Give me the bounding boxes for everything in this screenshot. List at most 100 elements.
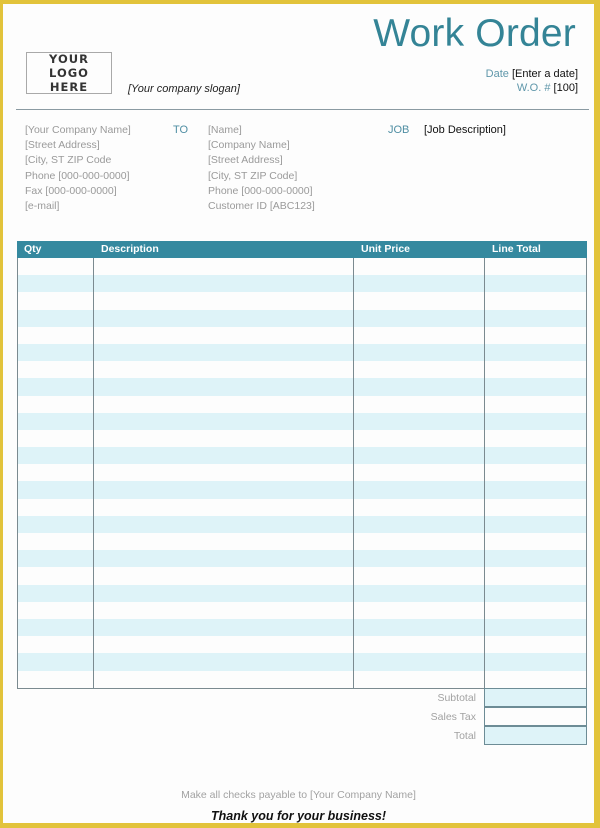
cell-unit-price[interactable] bbox=[354, 636, 485, 654]
cell-qty[interactable] bbox=[18, 636, 94, 654]
cell-line-total[interactable] bbox=[485, 258, 586, 275]
cell-unit-price[interactable] bbox=[354, 584, 485, 602]
cell-line-total[interactable] bbox=[485, 585, 586, 602]
cell-description[interactable] bbox=[94, 515, 354, 533]
cell-unit-price[interactable] bbox=[354, 429, 485, 448]
cell-qty[interactable] bbox=[18, 567, 94, 585]
cell-qty[interactable] bbox=[18, 395, 94, 413]
cell-line-total[interactable] bbox=[485, 636, 586, 653]
cell-line-total[interactable] bbox=[485, 499, 586, 516]
cell-unit-price[interactable] bbox=[354, 275, 485, 293]
cell-line-total[interactable] bbox=[485, 481, 586, 498]
cell-description[interactable] bbox=[94, 584, 354, 602]
cell-unit-price[interactable] bbox=[354, 618, 485, 637]
cell-line-total[interactable] bbox=[485, 430, 586, 447]
cell-description[interactable] bbox=[94, 275, 354, 293]
cell-description[interactable] bbox=[94, 309, 354, 327]
cell-qty[interactable] bbox=[18, 429, 94, 448]
cell-description[interactable] bbox=[94, 481, 354, 499]
cell-line-total[interactable] bbox=[485, 602, 586, 619]
cell-unit-price[interactable] bbox=[354, 378, 485, 396]
cell-unit-price[interactable] bbox=[354, 464, 485, 482]
cell-description[interactable] bbox=[94, 618, 354, 637]
to-street-address[interactable]: [Street Address] bbox=[208, 153, 315, 168]
cell-description[interactable] bbox=[94, 378, 354, 396]
cell-line-total[interactable] bbox=[485, 361, 586, 378]
cell-line-total[interactable] bbox=[485, 413, 586, 430]
from-company-name[interactable]: [Your Company Name] bbox=[25, 123, 131, 138]
cell-line-total[interactable] bbox=[485, 310, 586, 327]
cell-line-total[interactable] bbox=[485, 567, 586, 584]
cell-unit-price[interactable] bbox=[354, 412, 485, 430]
cell-line-total[interactable] bbox=[485, 327, 586, 344]
cell-description[interactable] bbox=[94, 292, 354, 310]
cell-qty[interactable] bbox=[18, 361, 94, 379]
cell-line-total[interactable] bbox=[485, 533, 586, 550]
cell-description[interactable] bbox=[94, 361, 354, 379]
cell-line-total[interactable] bbox=[485, 378, 586, 395]
work-order-number-field[interactable]: [100] bbox=[554, 82, 578, 94]
cell-unit-price[interactable] bbox=[354, 343, 485, 362]
cell-line-total[interactable] bbox=[485, 275, 586, 292]
from-street-address[interactable]: [Street Address] bbox=[25, 138, 131, 153]
to-city-state-zip[interactable]: [City, ST ZIP Code] bbox=[208, 169, 315, 184]
cell-description[interactable] bbox=[94, 326, 354, 344]
cell-line-total[interactable] bbox=[485, 671, 586, 688]
cell-unit-price[interactable] bbox=[354, 567, 485, 585]
cell-qty[interactable] bbox=[18, 292, 94, 310]
cell-unit-price[interactable] bbox=[354, 292, 485, 310]
cell-qty[interactable] bbox=[18, 515, 94, 533]
cell-unit-price[interactable] bbox=[354, 601, 485, 619]
to-customer-id[interactable]: Customer ID [ABC123] bbox=[208, 199, 315, 214]
from-phone[interactable]: Phone [000-000-0000] bbox=[25, 169, 131, 184]
cell-qty[interactable] bbox=[18, 601, 94, 619]
cell-line-total[interactable] bbox=[485, 396, 586, 413]
cell-qty[interactable] bbox=[18, 618, 94, 637]
cell-unit-price[interactable] bbox=[354, 258, 485, 276]
cell-qty[interactable] bbox=[18, 447, 94, 465]
cell-qty[interactable] bbox=[18, 275, 94, 293]
cell-qty[interactable] bbox=[18, 412, 94, 430]
cell-qty[interactable] bbox=[18, 378, 94, 396]
from-email[interactable]: [e-mail] bbox=[25, 199, 131, 214]
cell-qty[interactable] bbox=[18, 343, 94, 362]
cell-qty[interactable] bbox=[18, 464, 94, 482]
cell-description[interactable] bbox=[94, 670, 354, 688]
job-description-field[interactable]: [Job Description] bbox=[424, 124, 506, 136]
cell-qty[interactable] bbox=[18, 533, 94, 551]
cell-line-total[interactable] bbox=[485, 344, 586, 361]
cell-qty[interactable] bbox=[18, 670, 94, 688]
cell-unit-price[interactable] bbox=[354, 550, 485, 568]
company-slogan[interactable]: [Your company slogan] bbox=[128, 83, 240, 95]
cell-description[interactable] bbox=[94, 653, 354, 671]
cell-unit-price[interactable] bbox=[354, 395, 485, 413]
cell-description[interactable] bbox=[94, 464, 354, 482]
cell-line-total[interactable] bbox=[485, 464, 586, 481]
cell-description[interactable] bbox=[94, 601, 354, 619]
cell-qty[interactable] bbox=[18, 258, 94, 276]
cell-description[interactable] bbox=[94, 447, 354, 465]
cell-qty[interactable] bbox=[18, 498, 94, 516]
cell-qty[interactable] bbox=[18, 309, 94, 327]
date-field[interactable]: [Enter a date] bbox=[512, 68, 578, 80]
cell-line-total[interactable] bbox=[485, 619, 586, 636]
cell-description[interactable] bbox=[94, 636, 354, 654]
to-name[interactable]: [Name] bbox=[208, 123, 315, 138]
cell-description[interactable] bbox=[94, 567, 354, 585]
cell-unit-price[interactable] bbox=[354, 326, 485, 344]
cell-unit-price[interactable] bbox=[354, 670, 485, 688]
to-phone[interactable]: Phone [000-000-0000] bbox=[208, 184, 315, 199]
cell-unit-price[interactable] bbox=[354, 481, 485, 499]
cell-description[interactable] bbox=[94, 395, 354, 413]
cell-line-total[interactable] bbox=[485, 292, 586, 309]
cell-unit-price[interactable] bbox=[354, 653, 485, 671]
subtotal-field[interactable] bbox=[484, 688, 587, 707]
cell-line-total[interactable] bbox=[485, 550, 586, 567]
cell-description[interactable] bbox=[94, 498, 354, 516]
total-field[interactable] bbox=[484, 726, 587, 745]
cell-qty[interactable] bbox=[18, 550, 94, 568]
cell-qty[interactable] bbox=[18, 481, 94, 499]
cell-line-total[interactable] bbox=[485, 653, 586, 670]
cell-unit-price[interactable] bbox=[354, 533, 485, 551]
cell-qty[interactable] bbox=[18, 584, 94, 602]
